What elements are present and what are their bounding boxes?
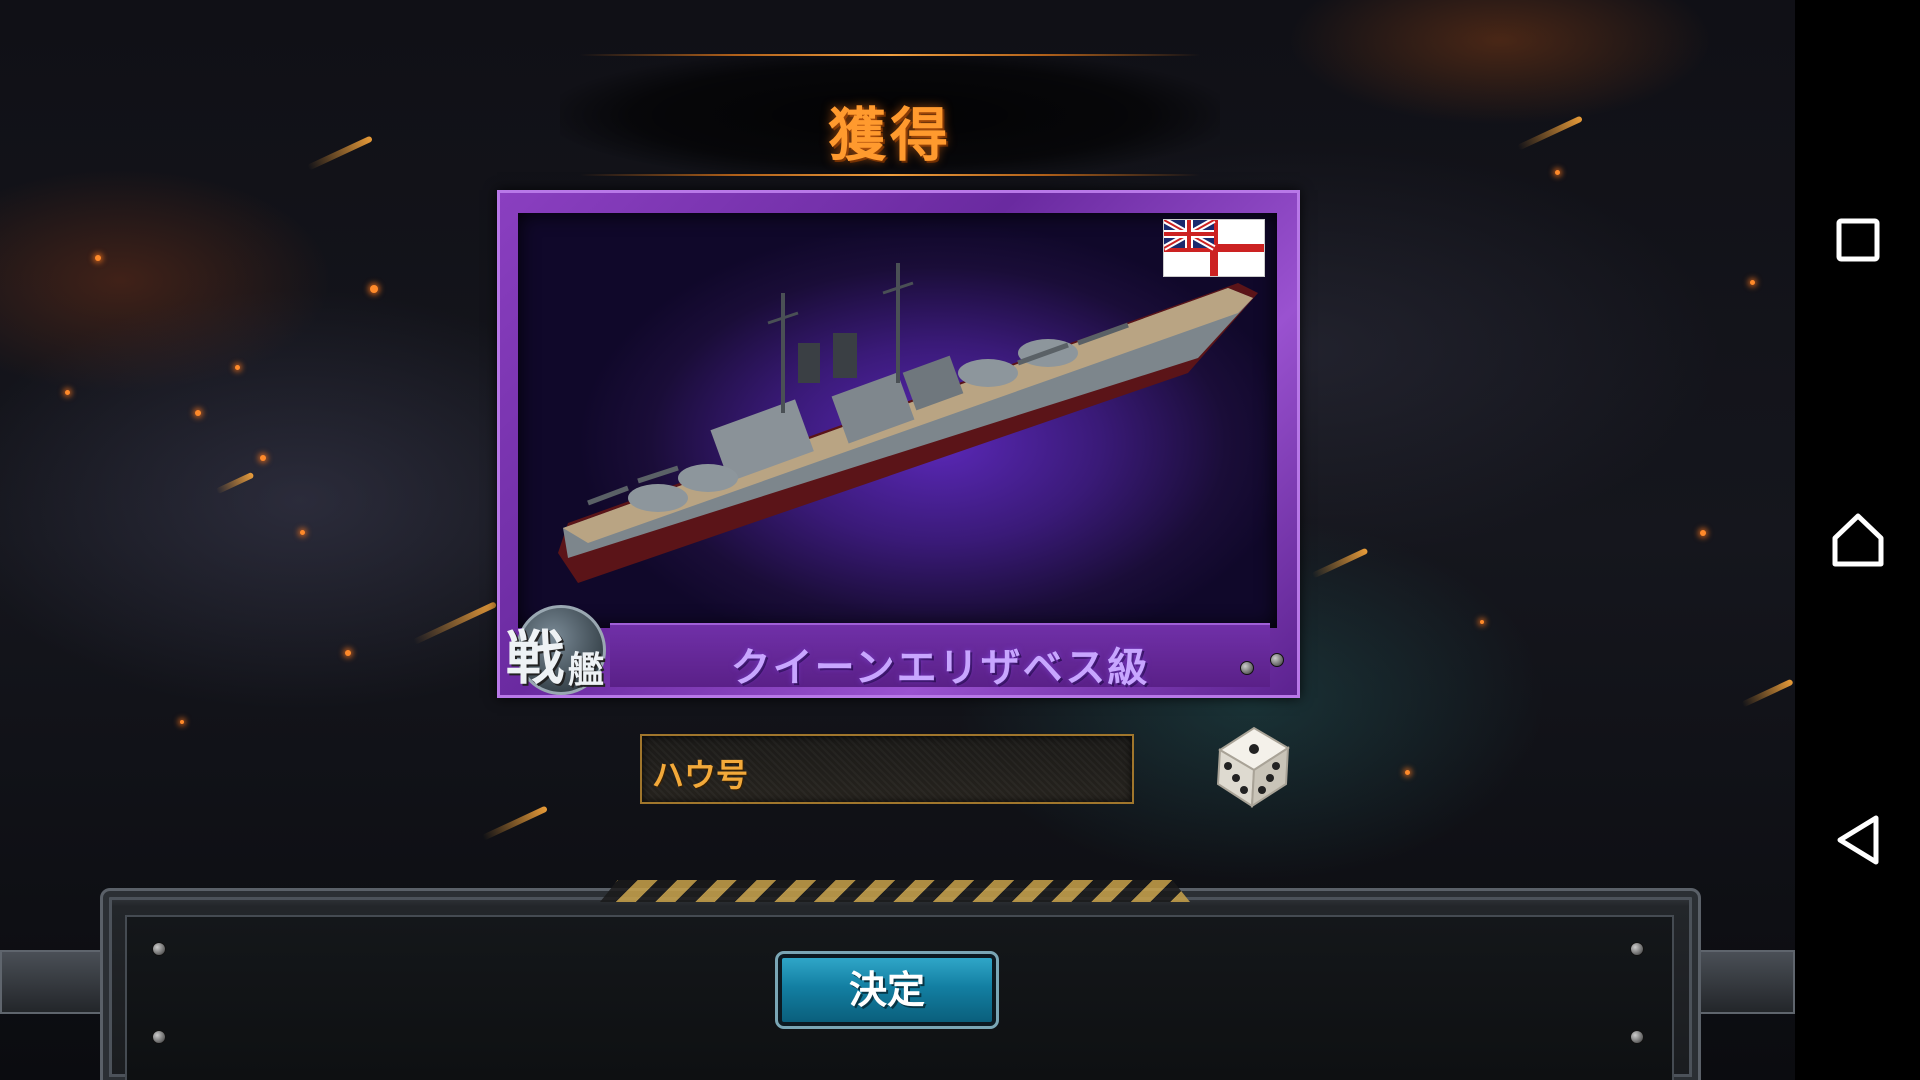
ember-particle [1480,620,1484,624]
ember-particle [65,390,70,395]
dice-icon[interactable] [1210,722,1294,808]
triangle-back-icon [1837,815,1878,865]
page-title: 獲得 [827,101,952,169]
ember-streak [482,805,548,841]
recents-button[interactable] [1795,180,1920,300]
battleship-image [558,263,1258,583]
ship-name-value: ハウ号 [652,756,749,794]
panel-left-bracket [0,950,114,1014]
ember-particle [180,720,184,724]
home-button[interactable] [1795,480,1920,600]
ember-particle [345,650,351,656]
ember-streak [1311,547,1369,579]
title-bottom-line [580,174,1200,176]
game-screen: 獲得 クイーンエリザベス級 戦 艦 ハウ号 決定 [0,0,1795,1080]
ember-particle [1405,770,1410,775]
ship-type-badge: 戦 艦 [506,603,616,695]
ember-streak [412,601,498,645]
ember-streak [1741,678,1794,708]
ship-name-field[interactable]: ハウ号 [640,734,1134,804]
title-banner: 獲得 [560,50,1220,180]
ember-streak [1517,115,1583,151]
ember-streak [215,471,255,495]
class-name-plate: クイーンエリザベス級 [610,623,1270,691]
square-recents-icon [1836,218,1879,262]
ember-particle [300,530,305,535]
ember-particle [1700,530,1706,536]
ember-particle [195,410,201,416]
rivet [152,1030,166,1044]
ship-type-char-large: 戦 [506,624,565,692]
ship-portrait [518,213,1277,628]
ember-particle [235,365,240,370]
hazard-stripes [600,880,1190,902]
ship-class-name: クイーンエリザベス級 [730,645,1150,691]
back-button[interactable] [1795,780,1920,900]
home-icon [1832,513,1883,567]
rivet [1630,1030,1644,1044]
rivet [1240,661,1254,675]
system-navigation-bar [1795,0,1920,1080]
ember-particle [1750,280,1755,285]
ember-particle [1555,170,1560,175]
ship-type-char-small: 艦 [568,650,605,691]
ember-particle [95,255,101,261]
rivet [152,942,166,956]
ember-streak [307,135,373,171]
title-top-line [580,54,1200,56]
rivet [1630,942,1644,956]
ember-particle [370,285,378,293]
ship-card: クイーンエリザベス級 戦 艦 [497,190,1300,698]
rivet [1270,653,1284,667]
confirm-button[interactable]: 決定 [775,951,999,1029]
ember-particle [260,455,266,461]
